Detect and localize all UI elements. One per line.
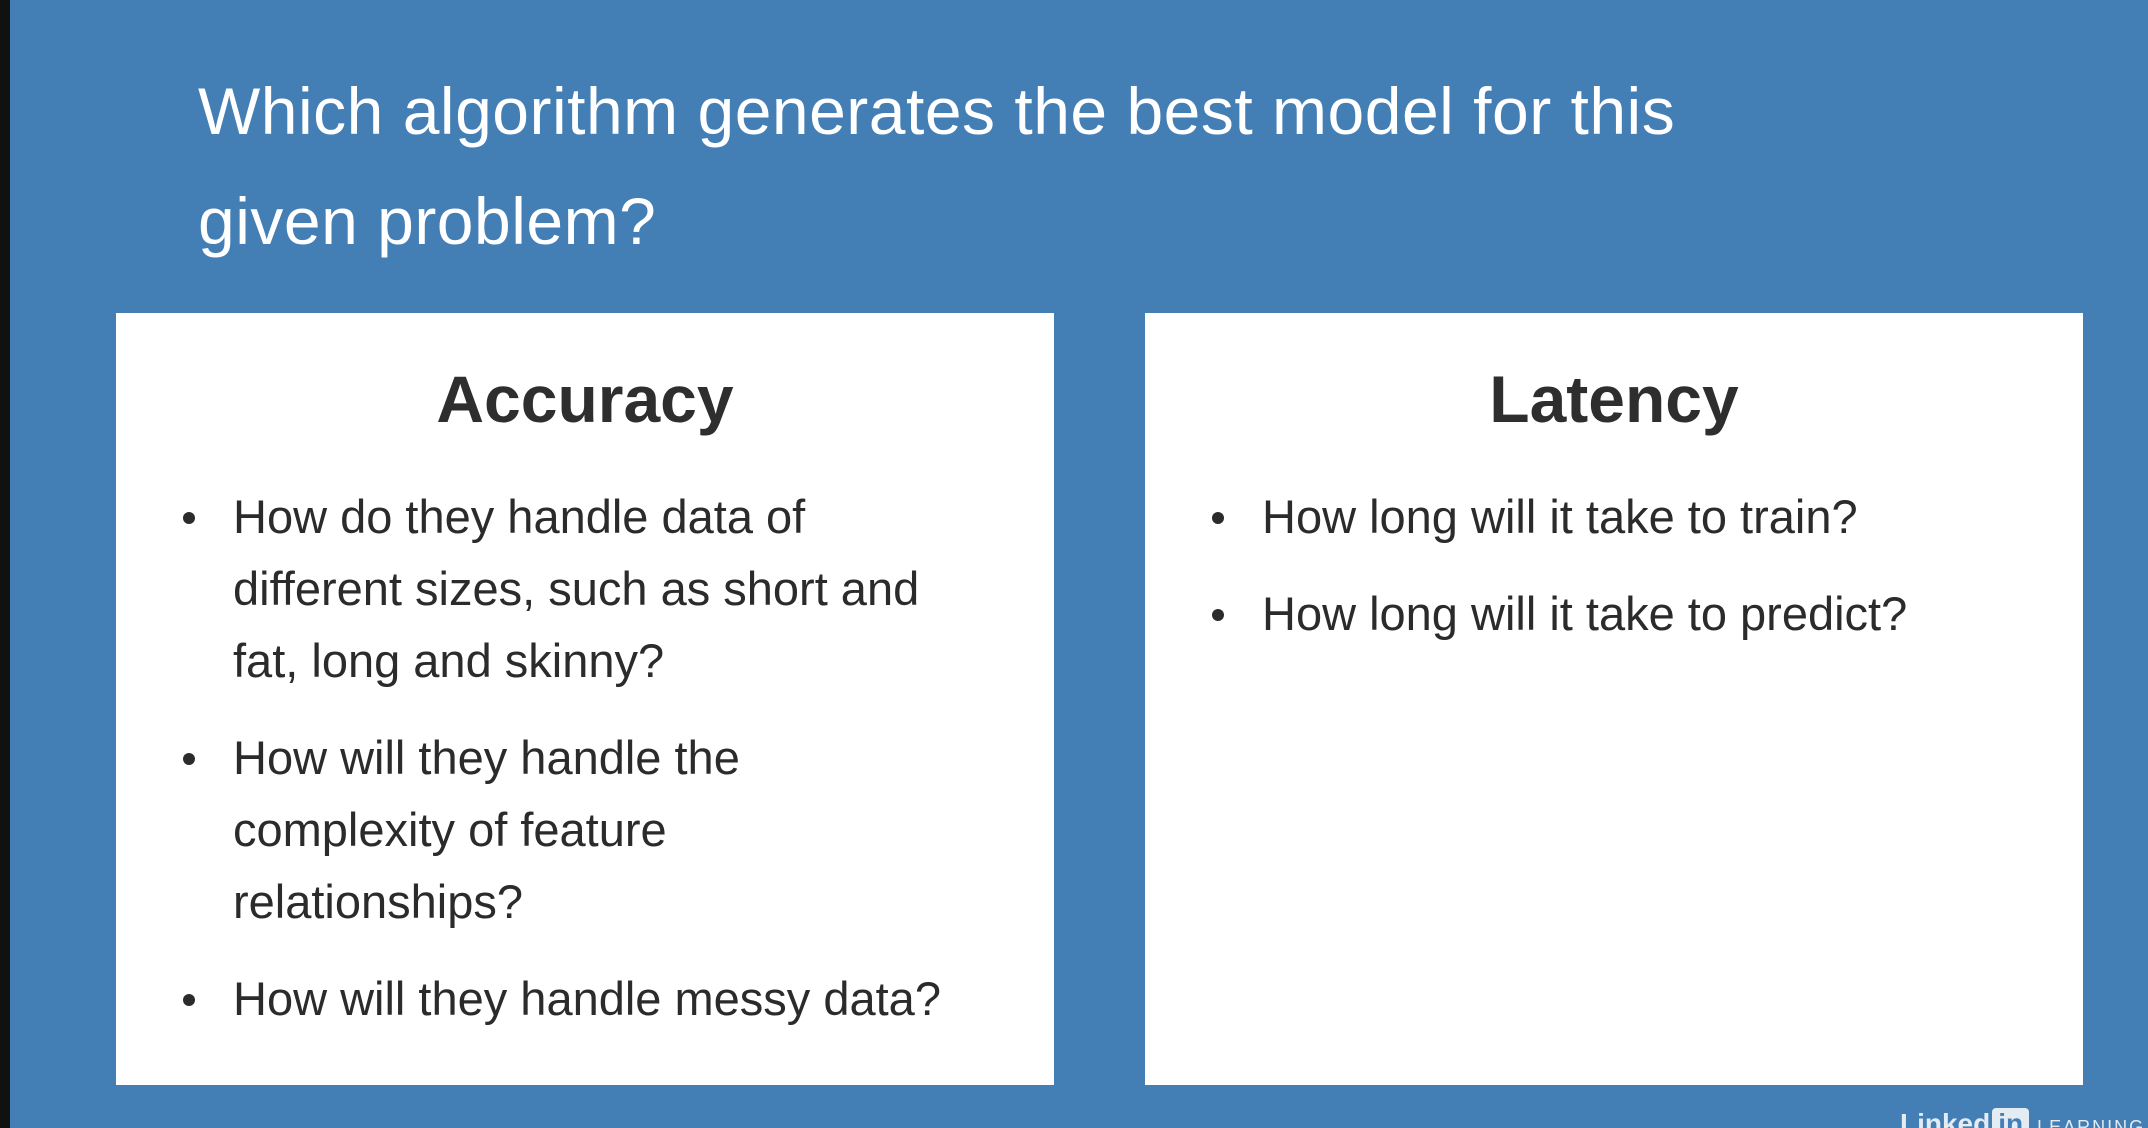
logo-suffix: LEARNING — [2037, 1117, 2146, 1128]
latency-bullet: How long will it take to predict? — [1145, 578, 1907, 650]
bullet-dot-icon — [1212, 512, 1224, 524]
accuracy-heading: Accuracy — [436, 362, 734, 436]
linkedin-learning-logo: Linked in LEARNING — [1900, 1108, 2145, 1128]
bullet-line: How will they handle the — [233, 731, 740, 784]
latency-card: Latency How long will it take to train? … — [1145, 313, 2083, 1085]
bullet-line: fat, long and skinny? — [233, 634, 665, 687]
latency-bullet-list: How long will it take to train? How long… — [1145, 481, 1907, 675]
slide: Which algorithm generates the best model… — [10, 0, 2148, 1128]
bullet-dot-icon — [183, 512, 195, 524]
slide-title: Which algorithm generates the best model… — [198, 56, 1898, 276]
bullet-dot-icon — [183, 994, 195, 1006]
accuracy-card: Accuracy How do they handle data of diff… — [116, 313, 1054, 1085]
bullet-line: relationships? — [233, 875, 524, 928]
latency-heading: Latency — [1489, 362, 1739, 436]
bullet-line: How do they handle data of — [233, 490, 806, 543]
title-line-1: Which algorithm generates the best model… — [198, 74, 1676, 148]
title-line-2: given problem? — [198, 184, 657, 258]
logo-in-badge: in — [1992, 1108, 2030, 1128]
bullet-line: different sizes, such as short and — [233, 562, 920, 615]
bullet-line: complexity of feature — [233, 803, 667, 856]
bullet-dot-icon — [183, 753, 195, 765]
accuracy-bullet: How do they handle data of different siz… — [116, 481, 941, 697]
bullet-line: How long will it take to train? — [1262, 490, 1858, 543]
bullet-line: How long will it take to predict? — [1262, 587, 1908, 640]
latency-bullet: How long will it take to train? — [1145, 481, 1907, 553]
logo-name: Linked — [1900, 1108, 1991, 1128]
accuracy-bullet-list: How do they handle data of different siz… — [116, 481, 941, 1060]
accuracy-bullet: How will they handle messy data? — [116, 963, 941, 1035]
bullet-dot-icon — [1212, 609, 1224, 621]
accuracy-bullet: How will they handle the complexity of f… — [116, 722, 941, 938]
bullet-line: How will they handle messy data? — [233, 972, 941, 1025]
